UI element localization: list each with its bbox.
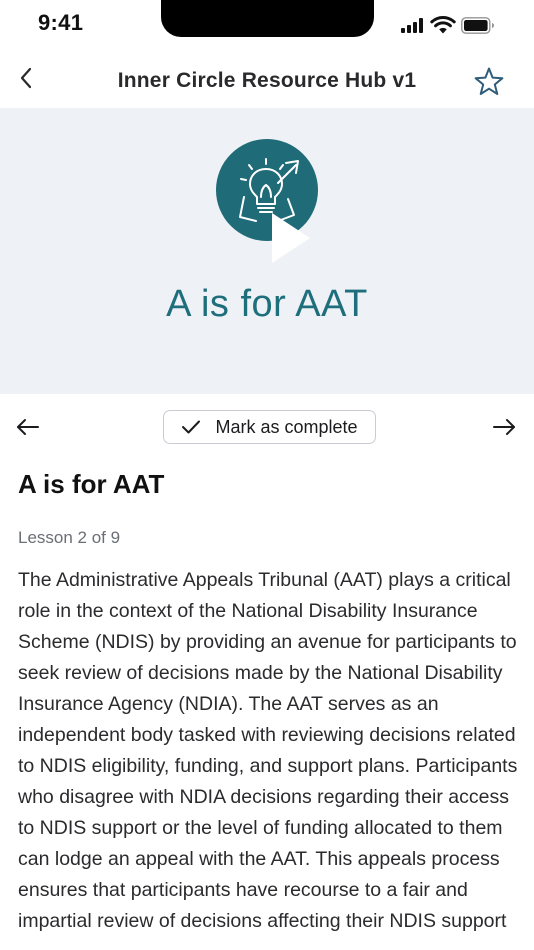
lesson-title: A is for AAT — [18, 469, 165, 499]
mark-complete-label: Mark as complete — [215, 416, 358, 437]
lesson-body-text: The Administrative Appeals Tribunal (AAT… — [18, 569, 518, 932]
navigation-bar: Inner Circle Resource Hub v1 — [0, 55, 534, 107]
battery-icon — [461, 17, 494, 34]
lesson-navigation: Mark as complete — [0, 405, 534, 449]
play-icon[interactable] — [270, 211, 312, 265]
page-title: Inner Circle Resource Hub v1 — [117, 69, 417, 92]
video-title: A is for AAT — [166, 283, 368, 325]
arrow-right-icon[interactable] — [490, 414, 518, 440]
wifi-icon — [430, 15, 456, 34]
status-bar: 9:41 — [0, 0, 534, 50]
status-time: 9:41 — [38, 10, 84, 35]
lesson-video[interactable]: A is for AAT — [0, 108, 534, 394]
mark-complete-button[interactable]: Mark as complete — [163, 410, 376, 444]
lesson-progress-label: Lesson 2 of 9 — [18, 528, 121, 547]
checkmark-icon — [182, 420, 201, 434]
cellular-signal-icon — [401, 17, 427, 33]
device-notch — [161, 0, 374, 37]
arrow-left-icon[interactable] — [14, 414, 42, 440]
star-icon[interactable] — [472, 65, 506, 99]
